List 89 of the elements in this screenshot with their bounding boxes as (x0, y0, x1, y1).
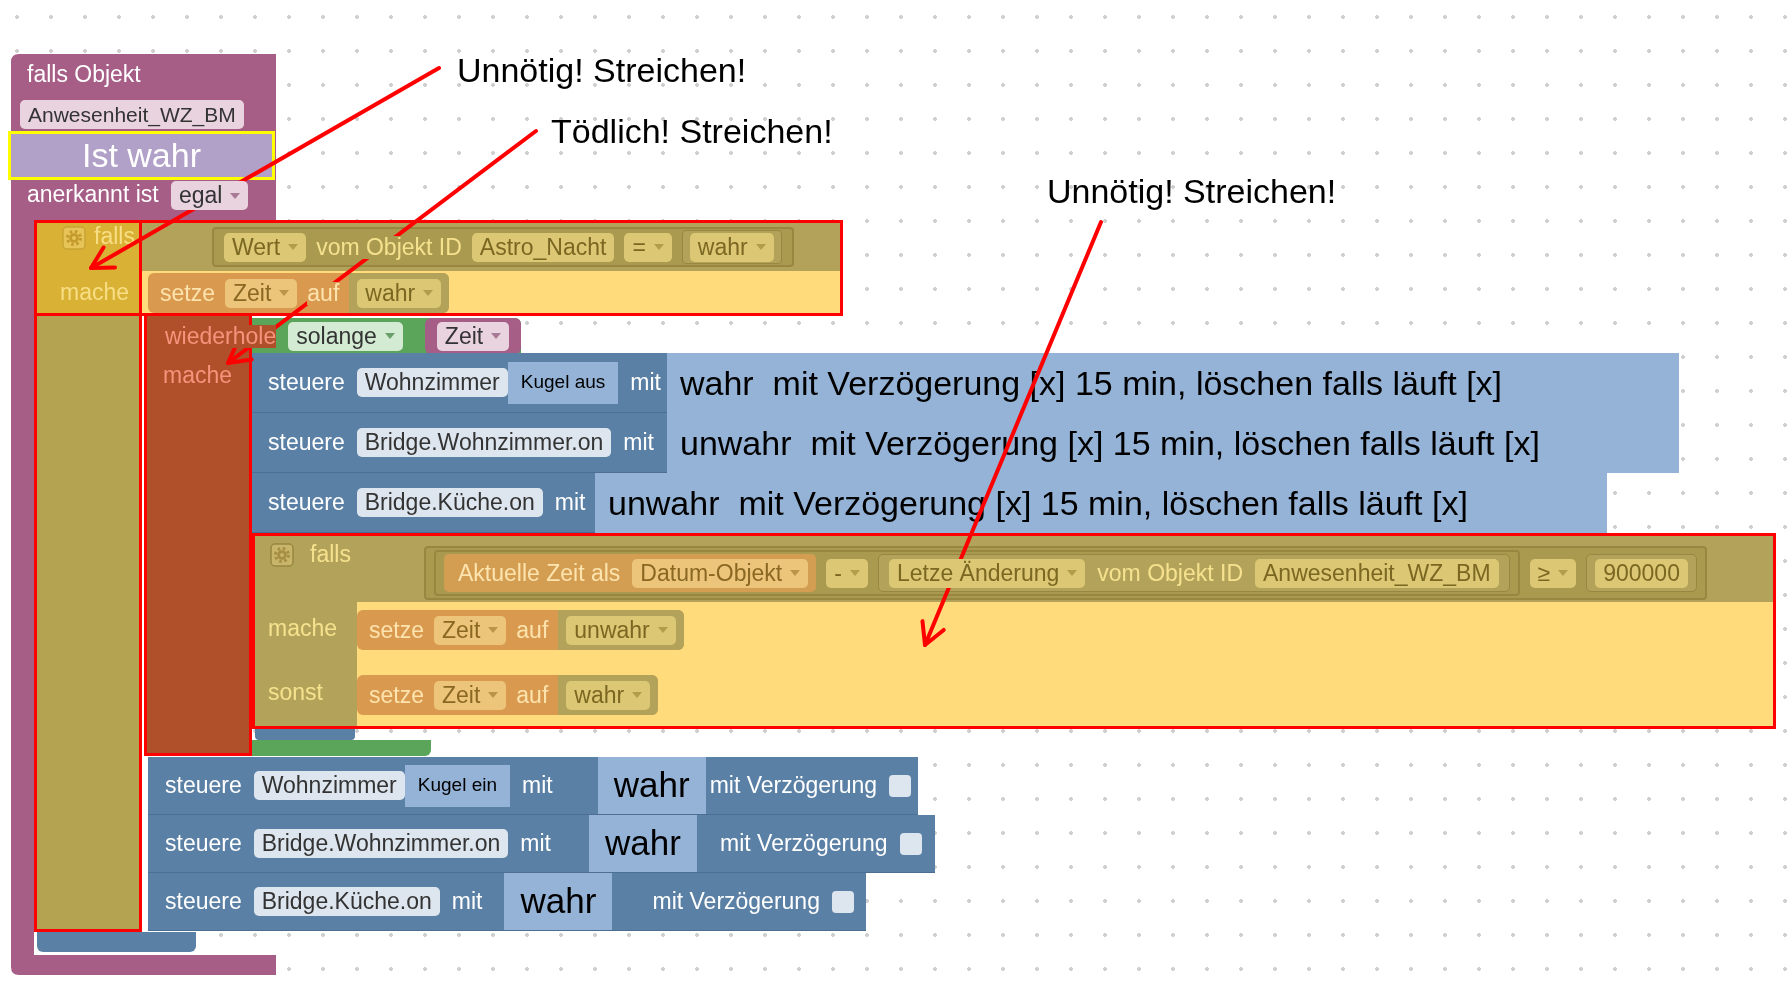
block-label: steuere (165, 832, 242, 855)
text-field[interactable]: Bridge.Küche.on (356, 488, 543, 517)
annotation-callout: wahr (504, 873, 613, 930)
caret-icon (632, 692, 643, 698)
dropdown-field[interactable]: wahr (357, 278, 442, 308)
dropdown-field[interactable]: Zeit (436, 321, 510, 351)
dropdown-field[interactable]: Datum-Objekt (632, 558, 809, 588)
block-label: anerkannt ist (27, 181, 159, 207)
block-label: wiederhole (165, 324, 277, 348)
annotation-callout: wahr (597, 757, 706, 814)
caret-icon (849, 570, 860, 576)
text-field[interactable]: Wohnzimmer (356, 368, 508, 397)
block-label: mit (520, 832, 551, 855)
checkbox[interactable] (889, 774, 912, 797)
text-field[interactable]: Anwesenheit_WZ_BM (1255, 558, 1499, 588)
dropdown-field[interactable]: Zeit (225, 278, 298, 308)
block-label: auf (307, 281, 340, 305)
block-label: steuere (165, 890, 242, 913)
block-label: steuere (268, 431, 345, 454)
block-label: auf (516, 683, 549, 707)
caret-icon (230, 192, 241, 199)
dropdown-field[interactable]: = (624, 232, 672, 262)
caret-icon (279, 290, 290, 296)
block-label: mit (623, 431, 654, 454)
caret-icon (1067, 570, 1078, 576)
dropdown-field[interactable]: wahr (689, 232, 774, 262)
annotation-text: Tödlich! Streichen! (551, 111, 833, 151)
annotation-text: Unnötig! Streichen! (1047, 171, 1337, 211)
block-label: vom Objekt ID (1097, 561, 1244, 585)
block-label: mache (268, 615, 338, 641)
caret-icon (488, 627, 499, 633)
block-label: steuere (268, 371, 345, 394)
block-label: falls (94, 223, 135, 249)
dropdown-field[interactable]: Wert (224, 232, 307, 262)
text-field[interactable]: Bridge.Küche.on (253, 887, 440, 916)
dropdown-field[interactable]: solange (288, 321, 403, 351)
checkbox[interactable] (831, 890, 854, 913)
block-label: steuere (268, 491, 345, 514)
block-label: Aktuelle Zeit als (458, 561, 621, 585)
block-label: mit (522, 774, 553, 797)
dropdown-field[interactable]: Letze Änderung (888, 558, 1086, 588)
text-field[interactable]: Bridge.Wohnzimmer.on (253, 829, 509, 858)
caret-icon (653, 244, 664, 250)
block-label: setze (369, 618, 424, 642)
block-label: mit Verzögerung (720, 832, 888, 855)
dropdown-field[interactable]: ≥ (1529, 558, 1577, 588)
annotation-callout: Kugel ein (404, 764, 510, 807)
block-label: mit (451, 890, 483, 913)
block-label: vom Objekt ID (316, 235, 462, 259)
block-label: falls Objekt (27, 61, 141, 87)
block-label: steuere (165, 774, 242, 797)
caret-icon (491, 333, 502, 339)
block-label: mache (163, 362, 233, 388)
dropdown-field[interactable]: egal (171, 181, 249, 210)
caret-icon (755, 244, 766, 250)
caret-icon (288, 244, 299, 250)
text-field[interactable]: Astro_Nacht (471, 232, 615, 262)
annotation-callout: Ist wahr (8, 131, 275, 180)
dropdown-field[interactable]: wahr (566, 680, 651, 710)
caret-icon (384, 333, 395, 339)
annotation-text: Unnötig! Streichen! (457, 50, 747, 90)
caret-icon (657, 627, 668, 633)
block-label: mit Verzögerung (709, 774, 878, 797)
dropdown-field[interactable]: - (826, 558, 868, 588)
text-field[interactable]: Wohnzimmer (253, 771, 405, 800)
text-field[interactable]: 900000 (1595, 558, 1688, 588)
block-label: mit (630, 371, 661, 394)
annotation-callout: Kugel aus (507, 361, 619, 404)
dropdown-field[interactable]: Zeit (434, 615, 507, 645)
block-label: falls (310, 541, 351, 567)
block-label: auf (516, 618, 549, 642)
block-label: mit Verzögerung (652, 890, 820, 913)
checkbox[interactable] (899, 832, 922, 855)
block-label: mache (60, 279, 130, 305)
annotation-callout: wahr (589, 815, 697, 872)
text-field[interactable]: Bridge.Wohnzimmer.on (356, 428, 612, 457)
caret-icon (1558, 570, 1569, 576)
caret-icon (790, 570, 801, 576)
gear-icon[interactable] (270, 543, 294, 567)
block-label: mit (554, 491, 586, 514)
dropdown-field[interactable]: unwahr (566, 615, 676, 645)
caret-icon (423, 290, 434, 296)
caret-icon (488, 692, 499, 698)
block-label: sonst (268, 679, 323, 705)
block-label: setze (160, 281, 215, 305)
text-field[interactable]: Anwesenheit_WZ_BM (20, 100, 244, 129)
dropdown-field[interactable]: Zeit (434, 680, 507, 710)
block-label: setze (369, 683, 424, 707)
annotation-callout: unwahr mit Verzögerung [x] 15 min, löschen falls läuft [x] (595, 473, 1607, 533)
